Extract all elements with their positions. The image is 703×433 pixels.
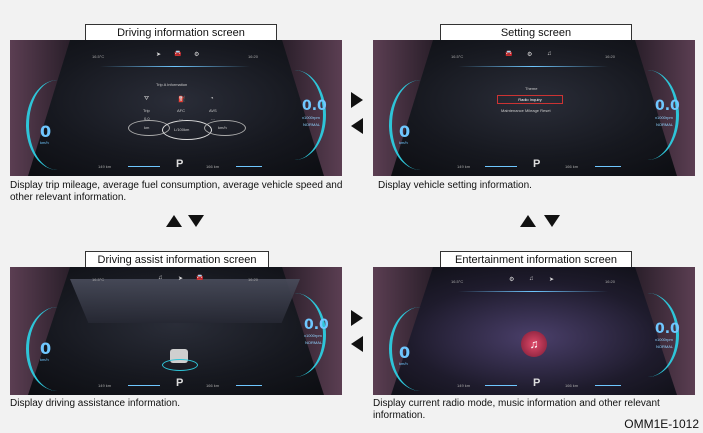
rpm-value: 0.0 [304,317,329,333]
gear-indicator: P [533,158,541,170]
stat-label: AVS [209,108,217,113]
clock: 16:20 [605,279,616,284]
clock: 16:20 [248,54,259,59]
rpm-value: 0.0 [655,98,680,114]
rpm-status: NORMAL [656,122,674,127]
outside-temperature: 16.5°C [92,277,105,282]
panel-description: Display driving assistance information. [10,398,181,409]
car-icon[interactable]: 🚘 [174,50,181,57]
menu-item[interactable]: Theme [525,86,537,91]
speed-value: 0 [399,122,411,141]
rpm-value: 0.0 [655,321,680,337]
dashboard-screen: 16.5°C 16:20 ⚙ ♫ ➤ ♫ 0 km/h 0.0 x1000rpm… [373,267,695,395]
clock: 16:20 [248,277,259,282]
odometer-left: 149 km [457,383,471,388]
arrow-up-icon [166,215,182,227]
speed-unit: km/h [399,361,408,366]
stat-unit: km [144,125,150,130]
rpm-status: NORMAL [656,344,674,349]
speed-value: 0 [399,343,411,362]
navigation-icon[interactable]: ➤ [549,276,554,283]
car-icon[interactable]: 🚘 [196,274,203,281]
rpm-status: NORMAL [303,122,321,127]
clock: 16:20 [605,54,616,59]
rpm-unit: x1000rpm [302,115,320,120]
gear-indicator: P [176,377,184,389]
rpm-value: 0.0 [302,98,327,114]
odometer-left: 149 km [98,164,112,169]
speed-unit: km/h [399,140,408,145]
stat-label: AFC [177,108,185,113]
trip-icon: ⛛ [144,96,150,102]
panel-description: Display trip mileage, average fuel consu… [10,180,343,203]
dashboard-screen: 16.5°C 16:20 ➤ 🚘 ⚙ Trip A Information ⛛ … [10,40,342,176]
stat-label: Trip [143,108,150,113]
odometer-right: 166 km [206,383,220,388]
menu-item-selected[interactable]: Radio Inquiry [497,95,563,104]
outside-temperature: 16.5°C [92,54,105,59]
dashboard-screen: 16.5°C 16:20 🚘 ⚙ ♫ Theme Radio Inquiry M… [373,40,695,176]
arrow-up-icon [520,215,536,227]
rpm-unit: x1000rpm [655,115,673,120]
navigation-icon[interactable]: ➤ [178,275,183,282]
fuel-icon: ⛽ [178,97,186,103]
figure-code: OMM1E-1012 [624,417,699,431]
speed-unit: km/h [40,357,49,362]
odometer-left: 149 km [98,383,112,388]
navigation-icon[interactable]: ➤ [156,51,161,58]
odometer-right: 166 km [206,164,220,169]
gear-indicator: P [533,377,541,389]
music-note-icon[interactable]: ♫ [521,331,547,357]
speed-unit: km/h [40,140,49,145]
speedometer-icon: ◔ [210,96,214,102]
stat-unit: L/100km [174,127,190,132]
arrow-left-icon [351,336,363,352]
music-icon[interactable]: ♫ [547,51,552,57]
music-icon[interactable]: ♫ [529,276,534,282]
gear-indicator: P [176,158,184,170]
odometer-right: 166 km [565,164,579,169]
menu-item[interactable]: Maintenance Mileage Reset [501,108,551,113]
settings-icon[interactable]: ⚙ [194,51,199,58]
rpm-status: NORMAL [305,340,323,345]
arrow-left-icon [351,118,363,134]
outside-temperature: 16.5°C [451,54,464,59]
dashboard-screen: 16.5°C 16:20 ♫ ➤ 🚘 0 km/h 0.0 x1000rpm N… [10,267,342,395]
arrow-right-icon [351,310,363,326]
arrow-down-icon [188,215,204,227]
arrow-down-icon [544,215,560,227]
music-icon[interactable]: ♫ [158,275,163,281]
odometer-right: 166 km [565,383,579,388]
settings-icon[interactable]: ⚙ [509,276,514,283]
rpm-unit: x1000rpm [655,337,673,342]
speed-value: 0 [40,122,52,141]
speed-value: 0 [40,339,52,358]
car-icon[interactable]: 🚘 [505,50,512,57]
settings-icon[interactable]: ⚙ [527,51,532,58]
outside-temperature: 16.5°C [451,279,464,284]
arrow-right-icon [351,92,363,108]
rpm-unit: x1000rpm [304,333,322,338]
stat-unit: km/h [218,125,227,130]
menu-title: Trip A Information [156,82,188,87]
odometer-left: 149 km [457,164,471,169]
panel-description: Display vehicle setting information. [378,180,532,191]
